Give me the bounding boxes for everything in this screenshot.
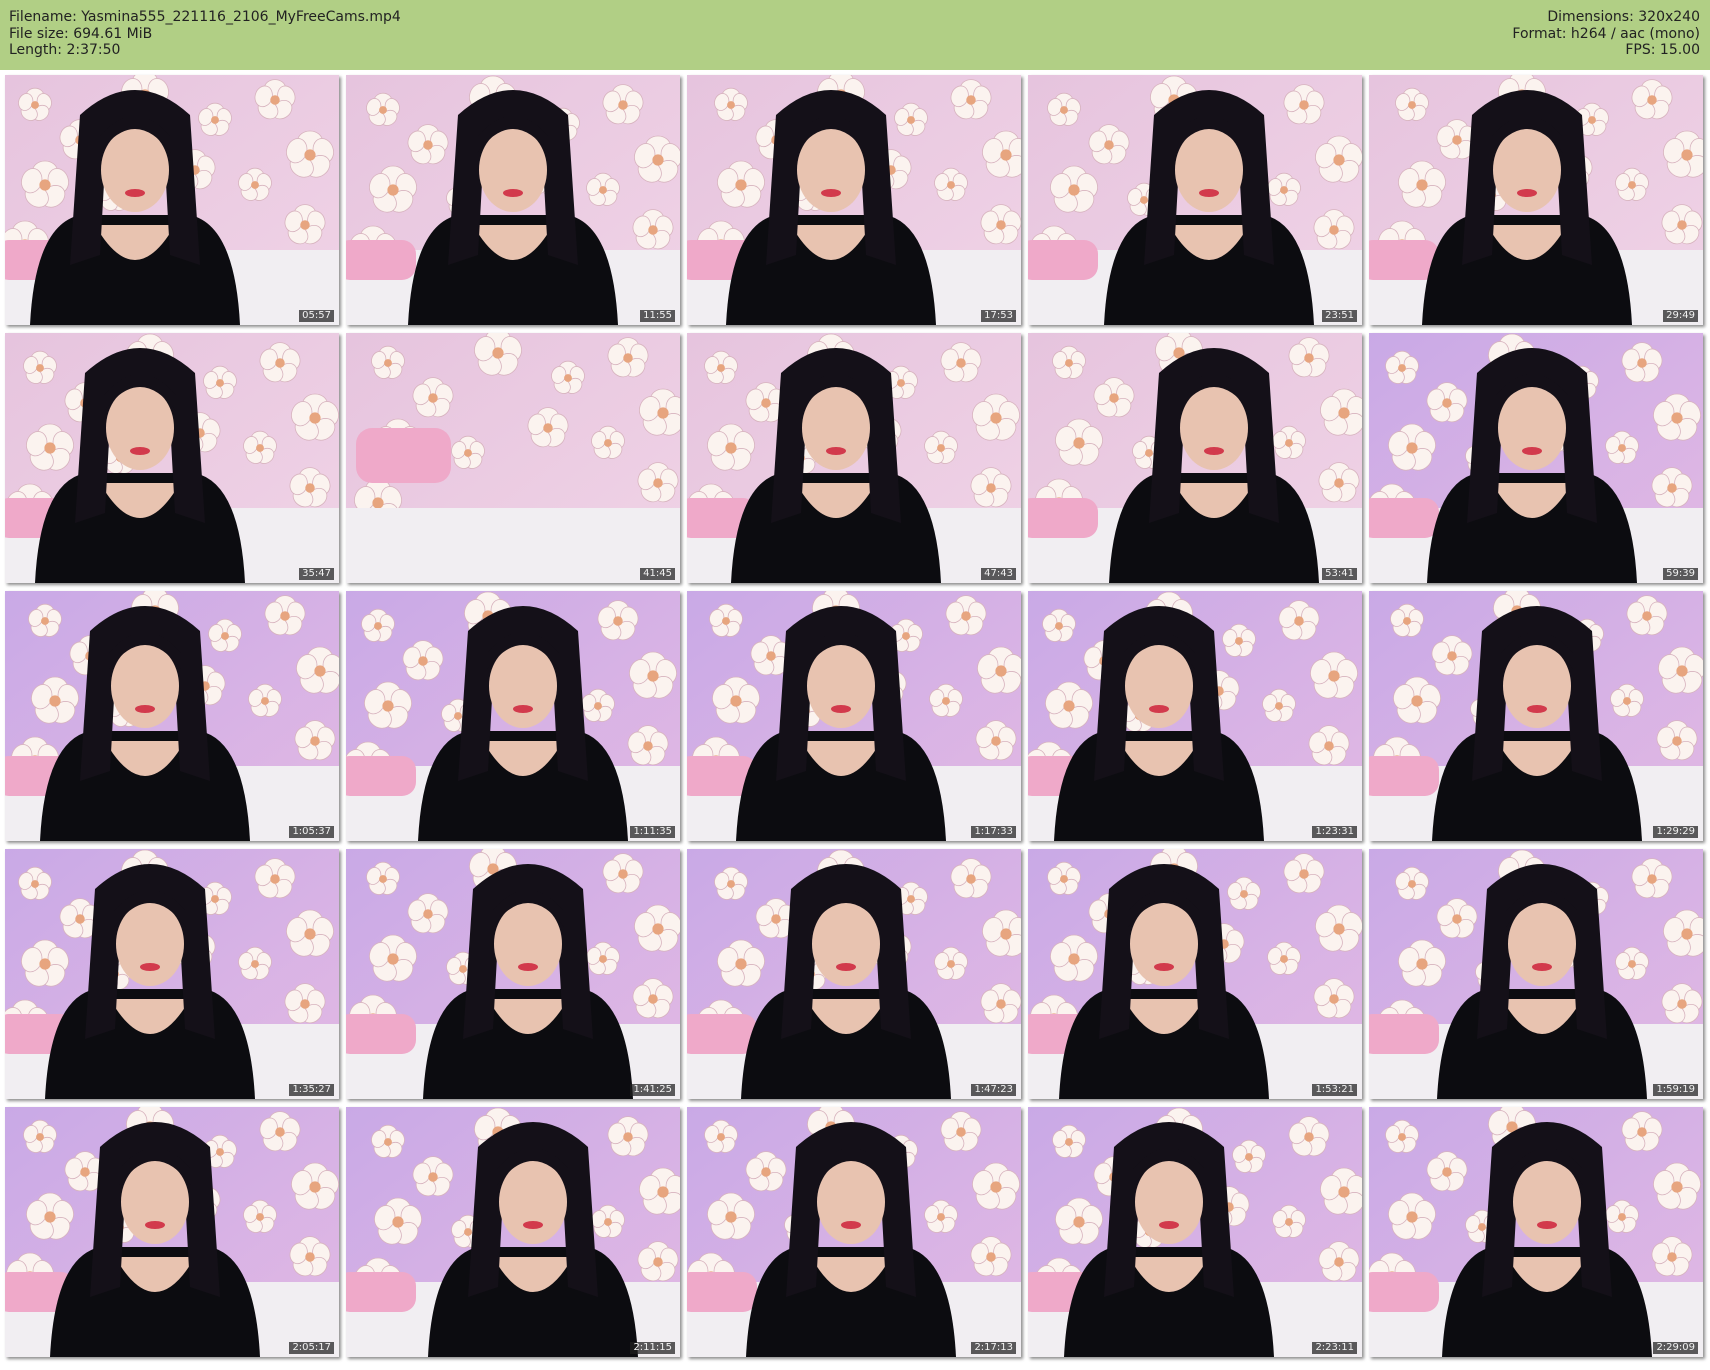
frame-timestamp: 1:47:23 <box>971 1084 1016 1096</box>
length-text: Length: 2:37:50 <box>9 42 121 58</box>
frame-timestamp: 17:53 <box>981 310 1016 322</box>
video-frame-thumbnail: 2:05:17 <box>5 1107 339 1357</box>
info-header: Filename: Yasmina555_221116_2106_MyFreeC… <box>0 0 1710 70</box>
frame-timestamp: 05:57 <box>299 310 334 322</box>
video-frame-thumbnail: 23:51 <box>1028 75 1362 325</box>
video-frame-thumbnail: 47:43 <box>687 333 1021 583</box>
video-frame-thumbnail: 2:29:09 <box>1369 1107 1703 1357</box>
frame-timestamp: 1:59:19 <box>1653 1084 1698 1096</box>
video-frame-thumbnail: 1:47:23 <box>687 849 1021 1099</box>
frame-timestamp: 53:41 <box>1322 568 1357 580</box>
video-frame-thumbnail: 2:23:11 <box>1028 1107 1362 1357</box>
frame-timestamp: 41:45 <box>640 568 675 580</box>
video-frame-thumbnail: 11:55 <box>346 75 680 325</box>
video-info: Dimensions: 320x240 Format: h264 / aac (… <box>1512 9 1700 59</box>
video-frame-thumbnail: 1:11:35 <box>346 591 680 841</box>
frame-timestamp: 1:41:25 <box>630 1084 675 1096</box>
video-frame-thumbnail: 2:11:15 <box>346 1107 680 1357</box>
frame-timestamp: 11:55 <box>640 310 675 322</box>
frame-timestamp: 2:29:09 <box>1653 1342 1698 1354</box>
frame-timestamp: 29:49 <box>1663 310 1698 322</box>
video-frame-thumbnail: 1:41:25 <box>346 849 680 1099</box>
video-frame-thumbnail: 53:41 <box>1028 333 1362 583</box>
video-frame-thumbnail: 1:35:27 <box>5 849 339 1099</box>
frame-timestamp: 1:11:35 <box>630 826 675 838</box>
video-frame-thumbnail: 41:45 <box>346 333 680 583</box>
frame-timestamp: 1:23:31 <box>1312 826 1357 838</box>
video-frame-thumbnail: 29:49 <box>1369 75 1703 325</box>
video-frame-thumbnail: 1:05:37 <box>5 591 339 841</box>
filename-text: Filename: Yasmina555_221116_2106_MyFreeC… <box>9 9 401 25</box>
video-frame-thumbnail: 1:17:33 <box>687 591 1021 841</box>
frame-timestamp: 1:35:27 <box>289 1084 334 1096</box>
video-frame-thumbnail: 59:39 <box>1369 333 1703 583</box>
frame-timestamp: 1:05:37 <box>289 826 334 838</box>
frame-timestamp: 1:53:21 <box>1312 1084 1357 1096</box>
video-frame-thumbnail: 17:53 <box>687 75 1021 325</box>
frame-timestamp: 2:23:11 <box>1312 1342 1357 1354</box>
video-frame-thumbnail: 1:59:19 <box>1369 849 1703 1099</box>
frame-timestamp: 23:51 <box>1322 310 1357 322</box>
frame-timestamp: 35:47 <box>299 568 334 580</box>
video-frame-thumbnail: 1:53:21 <box>1028 849 1362 1099</box>
frame-timestamp: 1:17:33 <box>971 826 1016 838</box>
filesize-text: File size: 694.61 MiB <box>9 25 153 42</box>
dimensions-text: Dimensions: 320x240 <box>1547 9 1700 25</box>
video-frame-thumbnail: 1:23:31 <box>1028 591 1362 841</box>
video-frame-thumbnail: 1:29:29 <box>1369 591 1703 841</box>
video-frame-thumbnail: 35:47 <box>5 333 339 583</box>
fps-text: FPS: 15.00 <box>1625 42 1700 58</box>
frame-timestamp: 1:29:29 <box>1653 826 1698 838</box>
thumbnail-grid: 05:57 11:55 17:53 23:51 29:49 35:47 41:45 47:43… <box>0 70 1710 1370</box>
video-frame-thumbnail: 05:57 <box>5 75 339 325</box>
file-info: Filename: Yasmina555_221116_2106_MyFreeC… <box>9 9 401 59</box>
format-text: Format: h264 / aac (mono) <box>1512 25 1700 42</box>
frame-timestamp: 2:17:13 <box>971 1342 1016 1354</box>
video-frame-thumbnail: 2:17:13 <box>687 1107 1021 1357</box>
frame-timestamp: 59:39 <box>1663 568 1698 580</box>
frame-timestamp: 2:11:15 <box>630 1342 675 1354</box>
frame-timestamp: 2:05:17 <box>289 1342 334 1354</box>
frame-timestamp: 47:43 <box>981 568 1016 580</box>
